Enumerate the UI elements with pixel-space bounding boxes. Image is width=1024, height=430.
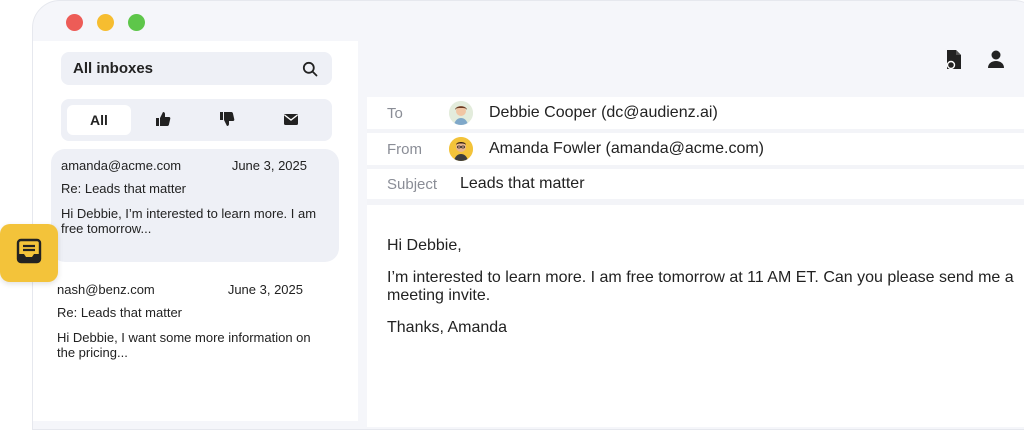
- filter-mail-tab[interactable]: [259, 105, 323, 135]
- mail-sender: nash@benz.com: [57, 282, 155, 297]
- from-value: Amanda Fowler (amanda@acme.com): [489, 140, 765, 157]
- window-controls: [66, 14, 145, 31]
- user-account-icon[interactable]: [987, 49, 1005, 71]
- filter-negative-tab[interactable]: [195, 105, 259, 135]
- to-row: To Debbie Cooper (dc@audienz.ai): [367, 97, 1024, 133]
- mail-preview: Hi Debbie, I’m interested to learn more.…: [61, 206, 317, 236]
- from-label: From: [387, 140, 422, 158]
- mail-preview: Hi Debbie, I want some more information …: [57, 330, 311, 360]
- body-signoff: Thanks, Amanda: [387, 319, 508, 336]
- mail-sender: amanda@acme.com: [61, 158, 182, 173]
- inbox-selector-label: All inboxes: [73, 60, 154, 77]
- mail-subject: Re: Leads that matter: [61, 181, 187, 196]
- maximize-window-button[interactable]: [128, 14, 145, 31]
- mail-date: June 3, 2025: [231, 158, 307, 173]
- inbox-tray-icon: [15, 237, 43, 270]
- inbox-sidebar: All inboxes All amanda@acme.com June 3, …: [33, 41, 358, 421]
- minimize-window-button[interactable]: [97, 14, 114, 31]
- mail-date: June 3, 2025: [227, 282, 303, 297]
- filter-tabs: All: [61, 99, 332, 141]
- reader-toolbar: [359, 41, 1024, 78]
- message-body: Hi Debbie, I’m interested to learn more.…: [367, 205, 1024, 337]
- search-icon[interactable]: [302, 61, 318, 77]
- avatar: [449, 137, 473, 161]
- filter-all-label: All: [90, 112, 108, 128]
- inbox-fab-button[interactable]: [0, 224, 58, 282]
- list-item[interactable]: amanda@acme.com June 3, 2025 Re: Leads t…: [51, 149, 339, 262]
- thumbs-up-icon: [155, 111, 171, 130]
- filter-all-tab[interactable]: All: [67, 105, 131, 135]
- to-label: To: [387, 104, 403, 122]
- document-settings-icon[interactable]: [945, 49, 965, 71]
- message-view: To Debbie Cooper (dc@audienz.ai) From Am…: [367, 97, 1024, 427]
- subject-value: Leads that matter: [460, 175, 585, 192]
- mail-subject: Re: Leads that matter: [57, 305, 183, 320]
- subject-label: Subject: [387, 175, 438, 193]
- inbox-search[interactable]: All inboxes: [61, 52, 332, 85]
- mail-reader: To Debbie Cooper (dc@audienz.ai) From Am…: [359, 41, 1024, 427]
- filter-positive-tab[interactable]: [131, 105, 195, 135]
- body-greeting: Hi Debbie,: [387, 237, 462, 254]
- to-value: Debbie Cooper (dc@audienz.ai): [489, 104, 718, 121]
- thumbs-down-icon: [219, 111, 235, 130]
- subject-row: Subject Leads that matter: [367, 169, 1024, 205]
- app-window: All inboxes All amanda@acme.com June 3, …: [32, 0, 1024, 430]
- list-item[interactable]: nash@benz.com June 3, 2025 Re: Leads tha…: [47, 273, 335, 373]
- mail-icon: [283, 112, 299, 129]
- avatar: [449, 101, 473, 125]
- body-paragraph: I’m interested to learn more. I am free …: [387, 269, 1014, 304]
- close-window-button[interactable]: [66, 14, 83, 31]
- from-row: From Amanda Fowler (amanda@acme.com): [367, 133, 1024, 169]
